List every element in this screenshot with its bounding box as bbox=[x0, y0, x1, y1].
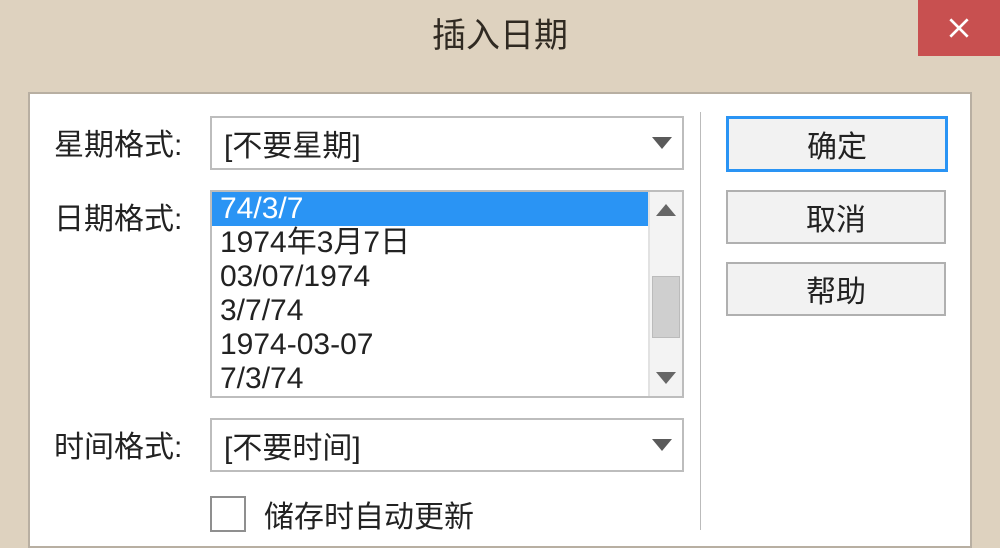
week-format-combo[interactable]: [不要星期] bbox=[210, 116, 684, 170]
dialog-title: 插入日期 bbox=[0, 8, 1000, 57]
cancel-button[interactable]: 取消 bbox=[726, 190, 946, 244]
week-format-value: [不要星期] bbox=[224, 121, 361, 165]
date-format-row: 日期格式: 74/3/7 1974年3月7日 03/07/1974 3/7/74… bbox=[54, 190, 684, 398]
title-bar: 插入日期 bbox=[0, 0, 1000, 60]
chevron-up-icon bbox=[656, 204, 676, 216]
scrollbar[interactable] bbox=[648, 192, 682, 396]
scroll-up-button[interactable] bbox=[650, 192, 682, 228]
date-format-label: 日期格式: bbox=[54, 190, 210, 238]
scroll-down-button[interactable] bbox=[650, 360, 682, 396]
auto-update-checkbox[interactable] bbox=[210, 496, 246, 532]
scroll-track[interactable] bbox=[650, 228, 682, 360]
vertical-divider bbox=[700, 112, 702, 530]
help-button[interactable]: 帮助 bbox=[726, 262, 946, 316]
list-item[interactable]: 3/7/74 bbox=[212, 294, 648, 328]
button-column: 确定 取消 帮助 bbox=[726, 116, 942, 334]
auto-update-label: 储存时自动更新 bbox=[264, 492, 474, 536]
list-item[interactable]: 1974-03-07 bbox=[212, 328, 648, 362]
dialog-body: 星期格式: [不要星期] 日期格式: 74/3/7 1974年3月7日 03/0… bbox=[28, 92, 972, 548]
close-button[interactable] bbox=[918, 0, 1000, 56]
ok-button[interactable]: 确定 bbox=[726, 116, 948, 172]
date-format-options: 74/3/7 1974年3月7日 03/07/1974 3/7/74 1974-… bbox=[212, 192, 648, 396]
time-format-row: 时间格式: [不要时间] bbox=[54, 418, 684, 472]
time-format-value: [不要时间] bbox=[224, 423, 361, 467]
list-item[interactable]: 74/3/7 bbox=[212, 192, 648, 226]
week-format-label: 星期格式: bbox=[54, 116, 210, 164]
list-item[interactable]: 03/07/1974 bbox=[212, 260, 648, 294]
scroll-thumb[interactable] bbox=[652, 276, 680, 338]
time-format-combo[interactable]: [不要时间] bbox=[210, 418, 684, 472]
chevron-down-icon bbox=[652, 137, 672, 149]
form-area: 星期格式: [不要星期] 日期格式: 74/3/7 1974年3月7日 03/0… bbox=[54, 116, 684, 546]
week-format-row: 星期格式: [不要星期] bbox=[54, 116, 684, 170]
date-format-listbox[interactable]: 74/3/7 1974年3月7日 03/07/1974 3/7/74 1974-… bbox=[210, 190, 684, 398]
auto-update-row: 储存时自动更新 bbox=[210, 492, 684, 536]
list-item[interactable]: 7/3/74 bbox=[212, 362, 648, 396]
close-icon bbox=[946, 15, 972, 41]
chevron-down-icon bbox=[652, 439, 672, 451]
chevron-down-icon bbox=[656, 372, 676, 384]
time-format-label: 时间格式: bbox=[54, 418, 210, 466]
list-item[interactable]: 1974年3月7日 bbox=[212, 226, 648, 260]
